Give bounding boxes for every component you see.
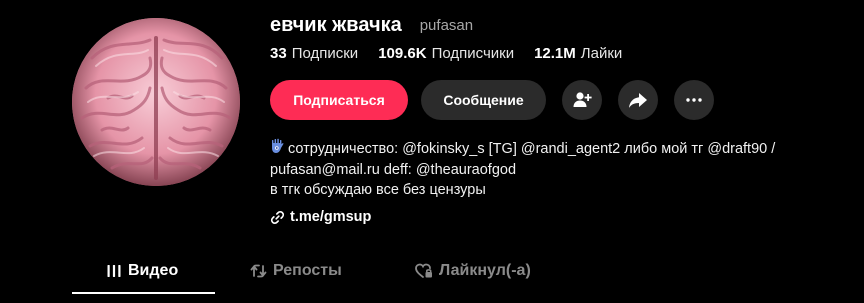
display-name: евчик жвачка: [270, 13, 402, 36]
bio-text-line-2: pufasan@mail.ru deff: @theauraofgod: [270, 162, 517, 178]
tab-liked-label: Лайкнул(-а): [439, 261, 531, 279]
following-stat[interactable]: 33 Подписки: [270, 45, 358, 62]
add-friend-button[interactable]: [562, 80, 602, 120]
tab-reposts-label: Репосты: [273, 261, 342, 279]
likes-count: 12.1M: [534, 45, 576, 62]
share-arrow-icon: [629, 93, 647, 108]
more-button[interactable]: [674, 80, 714, 120]
profile-bio: сотрудничество: @fokinsky_s [TG] @randi_…: [270, 138, 850, 200]
profile-header: евчик жвачка pufasan: [270, 12, 473, 38]
hamsa-icon: [270, 138, 284, 160]
follow-button[interactable]: Подписаться: [270, 80, 408, 120]
avatar[interactable]: [72, 18, 240, 186]
action-buttons: Подписаться Сообщение: [270, 80, 714, 120]
tab-videos[interactable]: Видео: [106, 254, 178, 287]
tab-reposts[interactable]: Репосты: [250, 254, 342, 287]
bio-text-line-1: сотрудничество: @fokinsky_s [TG] @randi_…: [288, 141, 776, 157]
active-tab-indicator: [72, 292, 215, 294]
profile-tabs: Видео Репосты Лайкнул(-а): [72, 254, 692, 294]
bio-text-line-3: в тгк обсуждаю все без цензуры: [270, 182, 486, 198]
bio-line-1: сотрудничество: @fokinsky_s [TG] @randi_…: [270, 138, 850, 160]
message-button[interactable]: Сообщение: [421, 80, 546, 120]
link-icon: [270, 210, 285, 225]
repost-icon: [250, 263, 267, 279]
heart-lock-icon: [415, 263, 433, 279]
profile-stats: 33 Подписки 109.6K Подписчики 12.1M Лайк…: [270, 45, 642, 62]
more-dots-icon: [686, 98, 702, 102]
likes-label: Лайки: [580, 45, 623, 62]
followers-label: Подписчики: [431, 45, 515, 62]
following-label: Подписки: [291, 45, 359, 62]
share-button[interactable]: [618, 80, 658, 120]
add-person-icon: [573, 92, 592, 107]
tab-videos-label: Видео: [128, 261, 179, 279]
followers-stat[interactable]: 109.6K Подписчики: [378, 45, 514, 62]
brain-image: [72, 18, 240, 186]
likes-stat: 12.1M Лайки: [534, 45, 622, 62]
following-count: 33: [270, 45, 287, 62]
profile-page: евчик жвачка pufasan 33 Подписки 109.6K …: [0, 0, 864, 303]
tab-liked[interactable]: Лайкнул(-а): [415, 254, 531, 287]
followers-count: 109.6K: [378, 45, 427, 62]
grid-icon: [106, 263, 122, 279]
profile-link[interactable]: t.me/gmsup: [270, 209, 371, 225]
username: pufasan: [419, 16, 474, 34]
link-text: t.me/gmsup: [290, 209, 372, 225]
